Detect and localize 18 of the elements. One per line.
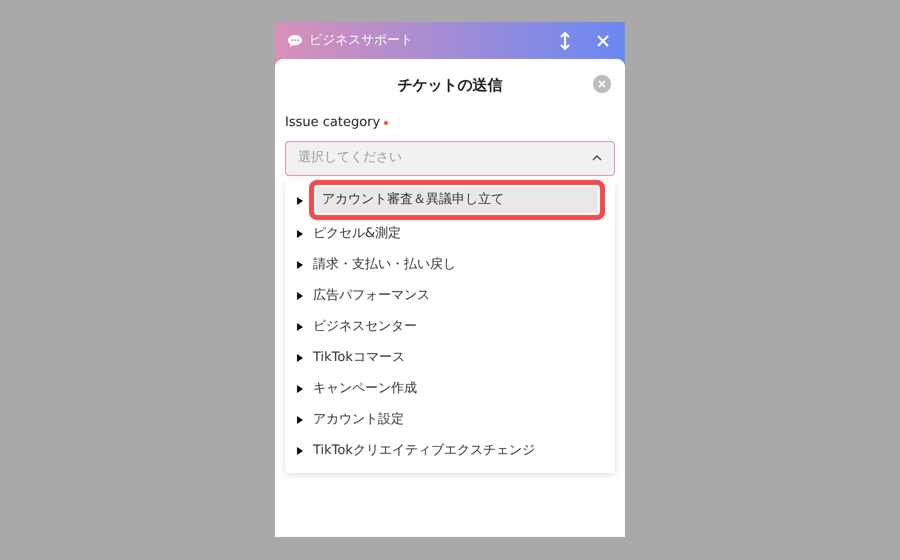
menu-item[interactable]: TikTokクリエイティブエクスチェンジ [313, 441, 535, 461]
menu-item[interactable]: キャンペーン作成 [313, 379, 417, 399]
menu-item[interactable]: TikTokコマース [313, 348, 405, 368]
chat-bubble-icon [287, 34, 303, 48]
menu-item[interactable]: ピクセル&測定 [313, 224, 402, 244]
dialog-title: チケットの送信 [398, 74, 502, 96]
menu-item[interactable]: アカウント審査＆異議申し立て [316, 186, 598, 212]
vertical-arrows-icon [559, 32, 571, 50]
field-label: Issue category [285, 114, 380, 132]
close-button[interactable] [593, 75, 611, 93]
close-icon [598, 80, 606, 88]
header-title: ビジネスサポート [309, 32, 414, 50]
menu-item[interactable]: 広告パフォーマンス [313, 286, 430, 306]
placeholder-text: 選択してください [298, 149, 403, 168]
menu-item[interactable]: ビジネスセンター [313, 317, 417, 337]
menu-item[interactable]: アカウント設定 [313, 410, 404, 430]
close-icon [596, 34, 610, 48]
menu-item[interactable]: 請求・支払い・払い戻し [313, 255, 456, 275]
